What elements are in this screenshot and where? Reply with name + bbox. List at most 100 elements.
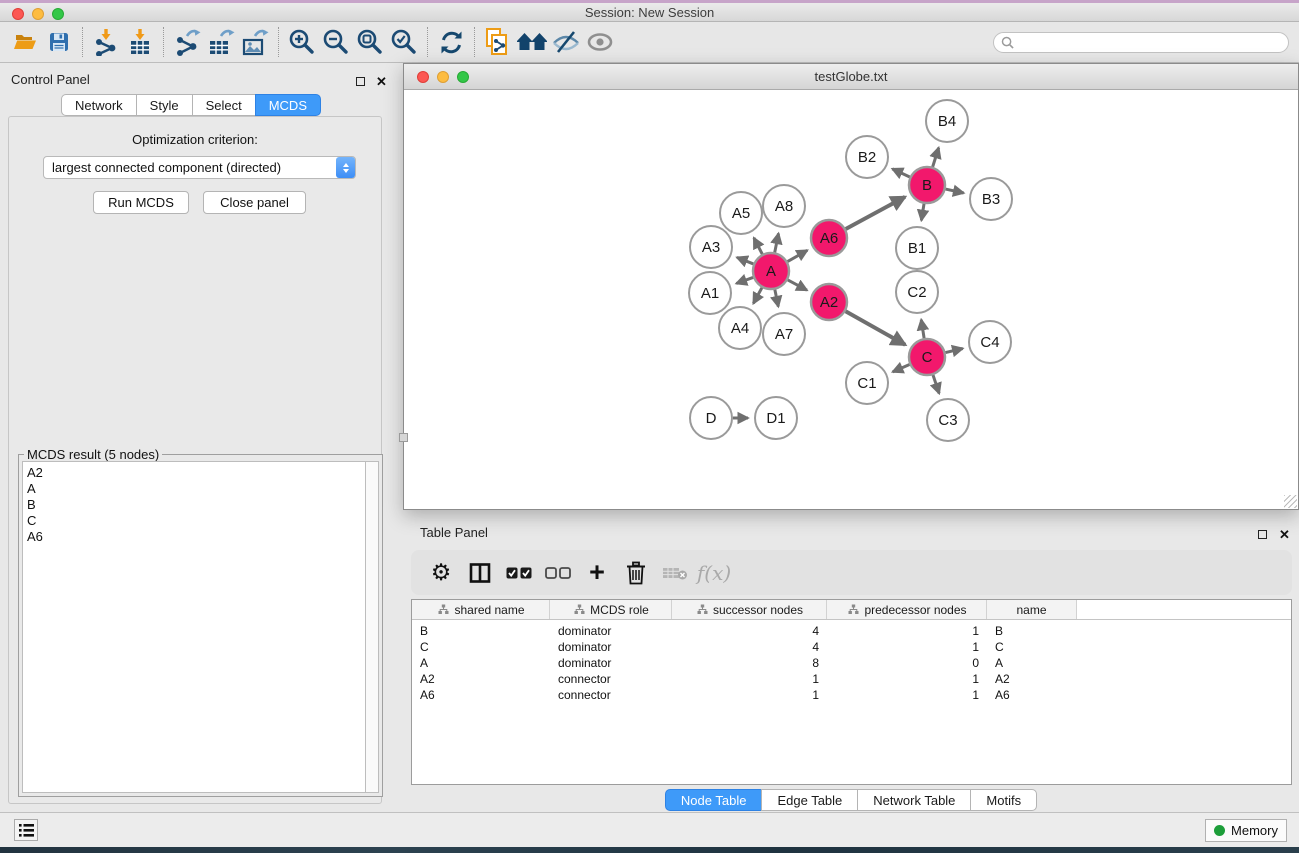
graph-edge-A-A4[interactable] [753,288,762,304]
table-cell[interactable]: C [987,640,1077,654]
graph-edge-B-B1[interactable] [921,204,924,221]
graph-edge-C-C1[interactable] [893,365,910,372]
window-edge-handle[interactable] [399,433,408,442]
show-columns-button[interactable] [464,557,496,589]
column-header-predecessor-nodes[interactable]: predecessor nodes [827,600,987,619]
tab-edge-table[interactable]: Edge Table [761,789,858,811]
table-row[interactable]: A2connector11A2 [412,671,1291,687]
table-cell[interactable]: connector [550,672,672,686]
table-cell[interactable]: 1 [827,624,987,638]
save-session-button[interactable] [42,26,76,58]
result-list-item[interactable]: A [27,481,365,497]
table-row[interactable]: Cdominator41C [412,639,1291,655]
table-cell[interactable]: B [987,624,1077,638]
create-column-button[interactable]: + [581,557,613,589]
search-input[interactable] [1019,34,1288,51]
task-history-button[interactable] [14,819,38,841]
table-settings-button[interactable]: ⚙ [425,557,457,589]
close-panel-button[interactable]: Close panel [203,191,306,214]
table-cell[interactable]: A6 [412,688,550,702]
table-cell[interactable]: 1 [672,688,827,702]
tab-motifs[interactable]: Motifs [970,789,1037,811]
result-list-item[interactable]: C [27,513,365,529]
table-row[interactable]: A6connector11A6 [412,687,1291,703]
window-resize-grip[interactable] [1284,495,1297,508]
unselect-all-columns-button[interactable] [542,557,574,589]
table-cell[interactable]: 1 [827,640,987,654]
home-layout-button[interactable] [515,26,549,58]
graph-edge-A-A1[interactable] [736,277,753,283]
graph-edge-A6-B[interactable] [846,197,905,229]
zoom-in-button[interactable] [285,26,319,58]
table-cell[interactable]: dominator [550,640,672,654]
refresh-button[interactable] [434,26,468,58]
graph-edge-A-A7[interactable] [775,290,779,307]
graph-edge-B-B2[interactable] [892,169,909,177]
function-builder-button[interactable]: f(x) [698,557,730,589]
tab-network-table[interactable]: Network Table [857,789,971,811]
zoom-out-button[interactable] [319,26,353,58]
memory-button[interactable]: Memory [1205,819,1287,842]
zoom-selected-button[interactable] [387,26,421,58]
import-network-button[interactable] [89,26,123,58]
table-cell[interactable]: A2 [987,672,1077,686]
combo-stepper-icon[interactable] [336,157,355,178]
column-header-successor-nodes[interactable]: successor nodes [672,600,827,619]
zoom-fit-button[interactable] [353,26,387,58]
table-cell[interactable]: 4 [672,640,827,654]
delete-column-button[interactable] [620,557,652,589]
float-table-panel-icon[interactable] [1258,526,1269,537]
table-cell[interactable]: dominator [550,656,672,670]
export-image-button[interactable] [238,26,272,58]
graph-edge-A-A6[interactable] [788,250,808,261]
result-list-item[interactable]: B [27,497,365,513]
graph-edge-B-B3[interactable] [946,189,964,193]
result-list-scrollbar[interactable] [365,461,379,793]
table-cell[interactable]: A6 [987,688,1077,702]
search-field[interactable] [993,32,1289,53]
table-cell[interactable]: 1 [827,688,987,702]
table-row[interactable]: Adominator80A [412,655,1291,671]
graph-edge-A-A3[interactable] [737,257,753,264]
result-list-item[interactable]: A2 [27,465,365,481]
close-table-panel-icon[interactable]: ✕ [1279,526,1290,537]
export-network-button[interactable] [170,26,204,58]
tab-node-table[interactable]: Node Table [665,789,763,811]
show-all-button[interactable] [583,26,617,58]
network-canvas[interactable]: B4B2BB3A8A5A6A3B1AA1C2A2A4A7C4CC1DD1C3 [404,90,1298,509]
table-cell[interactable]: 1 [672,672,827,686]
optimization-criterion-select[interactable]: largest connected component (directed) [43,156,356,179]
table-cell[interactable]: 4 [672,624,827,638]
graph-edge-B-B4[interactable] [933,148,939,167]
result-list-item[interactable]: A6 [27,529,365,545]
table-cell[interactable]: A [987,656,1077,670]
graph-edge-A-A2[interactable] [788,280,807,290]
graph-edge-C-C3[interactable] [933,375,939,393]
clone-network-button[interactable] [481,26,515,58]
table-cell[interactable]: A [412,656,550,670]
table-cell[interactable]: B [412,624,550,638]
tab-network[interactable]: Network [61,94,137,116]
table-cell[interactable]: 1 [827,672,987,686]
graph-edge-C-C2[interactable] [921,320,924,339]
hide-selected-button[interactable] [549,26,583,58]
close-panel-icon[interactable]: ✕ [376,73,387,84]
table-row[interactable]: Bdominator41B [412,623,1291,639]
graph-edge-A2-C[interactable] [846,311,906,344]
column-header-name[interactable]: name [987,600,1077,619]
network-window-titlebar[interactable]: testGlobe.txt [404,64,1298,90]
import-table-button[interactable] [123,26,157,58]
export-table-button[interactable] [204,26,238,58]
graph-edge-A-A8[interactable] [775,233,779,252]
open-session-button[interactable] [8,26,42,58]
table-cell[interactable]: connector [550,688,672,702]
tab-mcds[interactable]: MCDS [255,94,321,116]
table-cell[interactable]: A2 [412,672,550,686]
float-panel-icon[interactable] [356,73,367,84]
table-cell[interactable]: 8 [672,656,827,670]
table-cell[interactable]: C [412,640,550,654]
tab-select[interactable]: Select [192,94,256,116]
table-cell[interactable]: dominator [550,624,672,638]
table-cell[interactable]: 0 [827,656,987,670]
column-header-shared-name[interactable]: shared name [412,600,550,619]
